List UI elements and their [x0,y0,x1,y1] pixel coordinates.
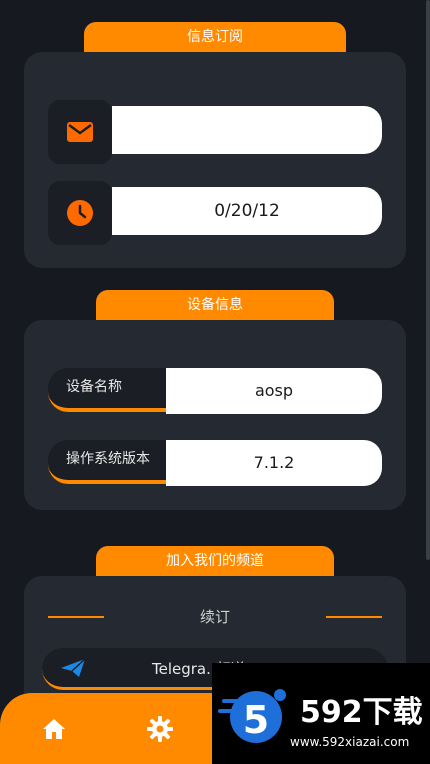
telegram-icon [61,658,86,677]
date-field[interactable]: 0/20/12 [112,187,382,235]
device-name-value-text: aosp [254,381,294,400]
tab-channel[interactable]: 加入我们的频道 [96,546,334,576]
device-card: 设备名称 aosp 操作系统版本 7.1.2 [24,320,406,510]
mail-icon [67,122,93,142]
email-field[interactable] [112,106,382,154]
os-version-value: 7.1.2 [166,440,382,486]
divider-left [48,616,104,618]
date-value: 0/20/12 [214,201,280,221]
watermark-badge-text: 5 [243,698,269,742]
clock-icon-box [48,181,112,245]
watermark: 5 592下载 www.592xiazai.com [212,663,430,764]
subscription-card: 0/20/12 [24,52,406,268]
tab-device-info[interactable]: 设备信息 [96,290,334,320]
tab-subscription[interactable]: 信息订阅 [84,22,346,52]
home-button[interactable] [40,715,68,743]
divider-right [326,616,382,618]
renew-subtitle-text: 续订 [199,608,230,626]
os-version-label: 操作系统版本 [48,440,168,484]
mail-icon-box [48,100,112,164]
settings-button[interactable] [146,715,174,743]
device-name-value: aosp [166,368,382,414]
os-version-label-text: 操作系统版本 [66,451,150,467]
tab-channel-label: 加入我们的频道 [166,553,264,569]
device-name-label: 设备名称 [48,368,168,412]
watermark-logo: 5 [218,689,286,743]
tab-device-info-label: 设备信息 [187,297,243,313]
gear-icon [147,716,173,742]
home-icon [43,719,65,739]
device-name-label-text: 设备名称 [66,379,122,395]
watermark-brand: 592下载 [300,695,423,730]
renew-subtitle: 续订 [124,606,306,627]
scrollbar[interactable] [426,0,430,560]
watermark-url: www.592xiazai.com [290,735,410,749]
clock-icon [67,200,93,226]
tab-subscription-label: 信息订阅 [187,29,243,45]
os-version-value-text: 7.1.2 [253,453,295,472]
